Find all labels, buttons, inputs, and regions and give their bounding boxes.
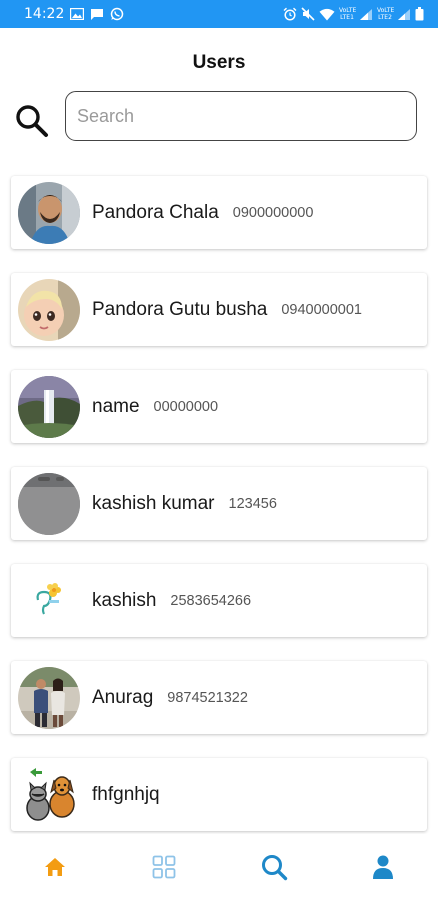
user-name: name [92,395,140,417]
grid-icon [152,855,176,879]
profile-icon [373,855,394,879]
search-icon [261,855,287,881]
page-title: Users [192,52,246,73]
search-icon[interactable] [14,103,50,139]
user-phone: 2583654266 [170,592,252,609]
search-input[interactable] [65,91,417,141]
user-card[interactable]: kashish kumar 123456 [11,467,427,540]
status-left: 14:22 [24,6,124,22]
avatar [18,472,80,535]
battery-icon [415,7,424,21]
user-card[interactable]: fhfgnhjq [11,758,427,831]
message-icon [91,8,104,20]
nav-grid[interactable] [134,842,194,892]
network-label-1: VoLTE LTE1 [339,7,357,21]
avatar [18,181,80,244]
user-card[interactable]: Pandora Chala 0900000000 [11,176,427,249]
user-card[interactable]: kashish 2583654266 [11,564,427,637]
user-phone: 123456 [228,495,277,512]
avatar [18,375,80,438]
user-name: Pandora Gutu busha [92,298,268,320]
status-time: 14:22 [24,6,65,22]
avatar [18,278,80,341]
user-card[interactable]: name 00000000 [11,370,427,443]
status-right: VoLTE LTE1 VoLTE LTE2 [283,7,424,21]
avatar [18,569,80,632]
whatsapp-icon [111,7,124,21]
user-list: Pandora Chala 0900000000 Pandora Gutu bu… [11,176,427,855]
image-icon [70,8,85,20]
user-phone: 0940000001 [281,301,363,318]
bottom-nav [0,834,438,900]
user-phone: 9874521322 [167,689,248,706]
nav-home[interactable] [25,842,85,892]
user-name: fhfgnhjq [92,783,160,805]
user-name: kashish [92,589,157,611]
user-name: Anurag [92,686,154,708]
alarm-icon [283,7,297,21]
signal-icon [398,8,410,20]
signal-icon [360,8,372,20]
user-name: kashish kumar [92,492,215,514]
home-icon [44,858,65,876]
avatar [18,763,80,826]
user-phone: 00000000 [153,398,219,415]
network-label-2: VoLTE LTE2 [377,7,395,21]
nav-search[interactable] [244,842,304,892]
user-card[interactable]: Pandora Gutu busha 0940000001 [11,273,427,346]
nav-profile[interactable] [353,842,413,892]
wifi-icon [319,8,335,20]
avatar [18,666,80,729]
users-screen: 14:22 VoLTE LTE1 VoLTE LTE2 Users Search… [0,0,438,900]
mute-icon [301,7,315,21]
user-phone: 0900000000 [232,204,314,221]
user-name: Pandora Chala [92,201,219,223]
status-bar: 14:22 VoLTE LTE1 VoLTE LTE2 [0,0,438,28]
user-card[interactable]: Anurag 9874521322 [11,661,427,734]
